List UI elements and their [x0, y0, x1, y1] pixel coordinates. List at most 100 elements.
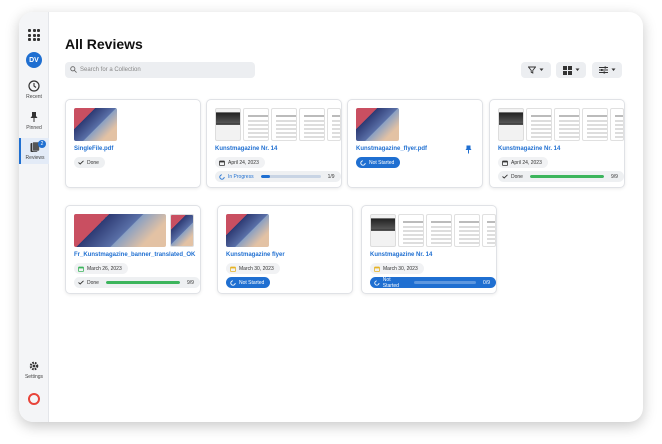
status-badge: Done	[74, 157, 105, 168]
search-icon	[70, 66, 77, 73]
status-label: Done	[511, 173, 523, 180]
card-thumbnail	[610, 108, 624, 141]
spinner-icon	[374, 279, 380, 286]
calendar-icon	[78, 266, 84, 272]
card-thumbnail	[271, 108, 297, 141]
card-thumbnail	[226, 214, 269, 247]
sidebar-item-label: Recent	[26, 94, 42, 100]
sidebar-item-recent[interactable]: Recent	[19, 80, 49, 100]
pin-icon[interactable]	[465, 145, 472, 154]
progress-bar	[105, 281, 180, 284]
card-thumbnail	[215, 108, 241, 141]
sidebar-item-settings[interactable]: Settings	[19, 360, 49, 380]
progress-count: 9/9	[610, 173, 618, 180]
status-label: Not Started	[369, 159, 395, 166]
spinner-icon	[360, 159, 366, 166]
chevron-down-icon	[611, 68, 615, 71]
card-title[interactable]: Kunstmagazine flyer	[226, 252, 285, 258]
clock-icon	[28, 80, 40, 92]
card-thumbnail	[356, 108, 399, 141]
review-card[interactable]: SingleFile.pdf Done	[65, 99, 201, 188]
card-thumbnail	[74, 214, 166, 247]
card-thumbnail	[582, 108, 608, 141]
date-label: April 24, 2023	[228, 159, 259, 166]
sliders-icon	[598, 66, 608, 74]
card-title[interactable]: Fr_Kunstmagazine_banner_translated_OK	[74, 252, 195, 258]
date-badge: March 30, 2023	[226, 263, 280, 274]
card-thumbnail	[74, 108, 117, 141]
calendar-icon	[230, 266, 236, 272]
status-label: In Progress	[228, 173, 254, 180]
review-card[interactable]: Kunstmagazine Nr. 14 April 24, 2023 In P…	[206, 99, 342, 188]
card-thumbnail	[299, 108, 325, 141]
sidebar-item-reviews[interactable]: 2 Reviews	[19, 138, 49, 164]
view-toggle-button[interactable]	[556, 62, 586, 78]
date-badge: April 24, 2023	[215, 157, 265, 168]
date-badge: March 30, 2023	[370, 263, 424, 274]
status-label: Done	[87, 159, 99, 166]
status-label: Not Started	[239, 279, 265, 286]
review-card[interactable]: Fr_Kunstmagazine_banner_translated_OK Ma…	[65, 205, 201, 294]
card-thumbnail	[370, 214, 396, 247]
card-thumbnail	[426, 214, 452, 247]
review-card[interactable]: Kunstmagazine_flyer.pdf Not Started	[347, 99, 483, 188]
check-icon	[78, 280, 84, 285]
status-badge: Not Started	[356, 157, 401, 168]
review-card[interactable]: Kunstmagazine Nr. 14 March 30, 2023 Not …	[361, 205, 497, 294]
card-thumbnail	[398, 214, 424, 247]
date-label: March 26, 2023	[87, 265, 122, 272]
sidebar-item-label: Settings	[24, 374, 44, 380]
calendar-icon	[374, 266, 380, 272]
settings-sliders-button[interactable]	[592, 62, 622, 78]
card-thumbnail	[482, 214, 496, 247]
status-badge: Not Started	[226, 277, 271, 288]
review-card[interactable]: Kunstmagazine flyer March 30, 2023 Not S…	[217, 205, 353, 294]
spinner-icon	[219, 173, 225, 180]
card-thumbnail	[327, 108, 341, 141]
sidebar: DV Recent Pinned 2 Reviews Settings	[19, 12, 49, 422]
date-badge: April 24, 2023	[498, 157, 548, 168]
status-label: Done	[87, 279, 99, 286]
main-content: All Reviews Search for a Collection Sing…	[49, 12, 643, 422]
status-badge: Done 9/9	[498, 171, 624, 182]
progress-bar	[414, 281, 477, 284]
date-badge: March 26, 2023	[74, 263, 128, 274]
card-title[interactable]: Kunstmagazine_flyer.pdf	[356, 146, 427, 152]
sidebar-item-pinned[interactable]: Pinned	[19, 111, 49, 131]
filter-icon	[528, 66, 536, 74]
card-title[interactable]: Kunstmagazine Nr. 14	[498, 146, 560, 152]
progress-count: 0/9	[483, 279, 490, 286]
avatar[interactable]: DV	[26, 52, 42, 68]
spinner-icon	[230, 279, 236, 286]
chevron-down-icon	[575, 68, 579, 71]
filter-button[interactable]	[521, 62, 551, 78]
sidebar-item-label: Pinned	[26, 125, 42, 131]
search-input[interactable]: Search for a Collection	[65, 62, 255, 78]
date-label: March 30, 2023	[239, 265, 274, 272]
app-window: DV Recent Pinned 2 Reviews Settings All …	[19, 12, 643, 422]
card-title[interactable]: Kunstmagazine Nr. 14	[215, 146, 277, 152]
review-card[interactable]: Kunstmagazine Nr. 14 April 24, 2023 Done…	[489, 99, 625, 188]
status-badge: Not Started 0/9	[370, 276, 496, 289]
calendar-icon	[219, 160, 225, 166]
card-thumbnail	[454, 214, 480, 247]
logo-icon	[28, 393, 40, 405]
progress-bar	[529, 175, 604, 178]
check-icon	[78, 160, 84, 165]
status-badge: In Progress 1/9	[215, 171, 341, 182]
card-thumbnail	[498, 108, 524, 141]
apps-grid-icon[interactable]	[28, 29, 40, 41]
date-label: April 24, 2023	[511, 159, 542, 166]
gear-icon	[29, 361, 39, 371]
card-title[interactable]: Kunstmagazine Nr. 14	[370, 252, 432, 258]
progress-bar	[260, 175, 321, 178]
search-placeholder: Search for a Collection	[80, 67, 141, 73]
card-title[interactable]: SingleFile.pdf	[74, 146, 113, 152]
progress-count: 9/9	[186, 279, 194, 286]
pin-icon	[30, 112, 38, 122]
progress-count: 1/9	[327, 173, 335, 180]
status-label: Not Started	[382, 276, 399, 289]
card-thumbnail	[243, 108, 269, 141]
check-icon	[502, 174, 508, 179]
date-label: March 30, 2023	[383, 265, 418, 272]
